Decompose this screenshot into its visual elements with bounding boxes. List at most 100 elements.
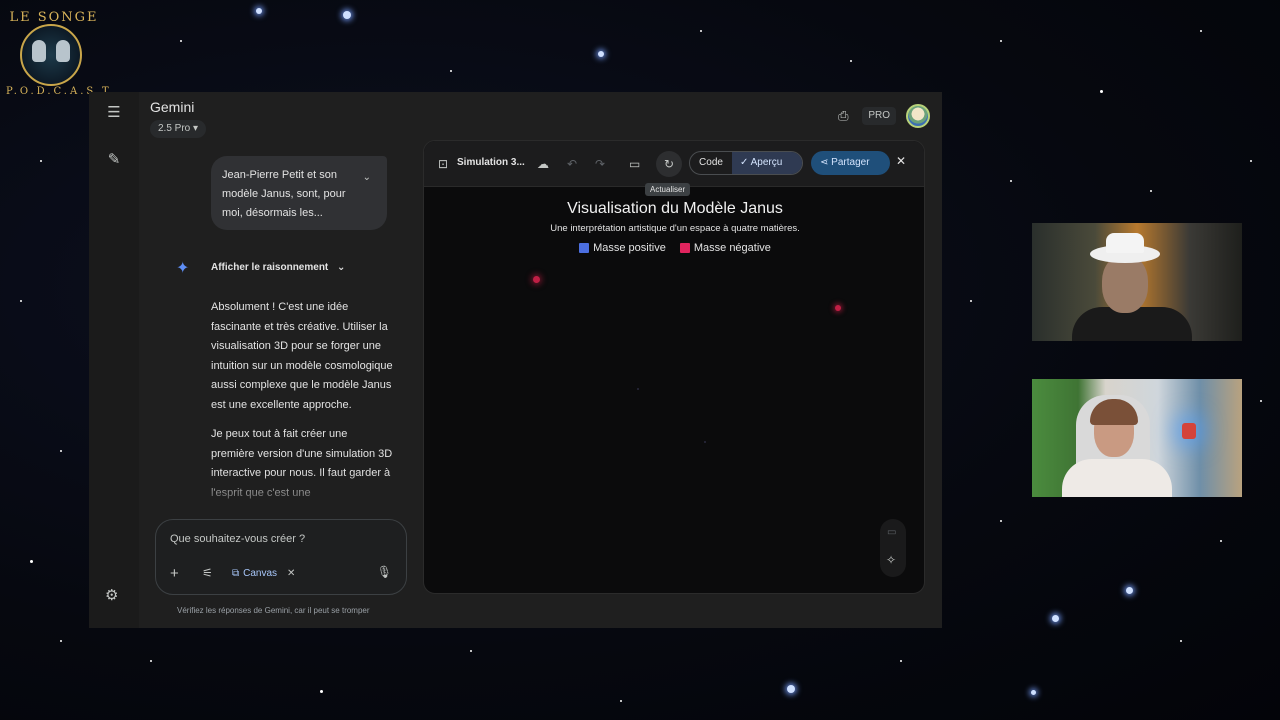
star — [150, 660, 152, 662]
canvas-chip-label: Canvas — [243, 567, 278, 579]
preview-tab[interactable]: ✓ Aperçu — [732, 152, 802, 174]
star — [1180, 640, 1182, 642]
visualization-legend: Masse positive Masse négative — [424, 242, 924, 254]
cloud-icon[interactable]: ☁ — [537, 156, 549, 172]
chevron-down-icon[interactable]: ⌄ — [363, 168, 371, 187]
star — [1126, 587, 1133, 594]
menu-icon[interactable]: ☰ — [105, 104, 123, 122]
gemini-sparkle-icon: ✦ — [176, 260, 190, 277]
avatar[interactable] — [906, 104, 930, 128]
star — [850, 60, 852, 62]
console-icon[interactable]: ▭ — [629, 156, 640, 172]
webcam-feed-2 — [1032, 379, 1242, 497]
star — [30, 560, 33, 563]
code-doc-icon: ⊡ — [438, 157, 449, 171]
visualization-title: Visualisation du Modèle Janus — [567, 200, 783, 217]
star — [1100, 90, 1103, 93]
canvas-chip[interactable]: ⧉ Canvas ✕ — [232, 564, 295, 582]
visualization-subtitle: Une interprétation artistique d'un espac… — [550, 223, 800, 234]
legend-item-negative: Masse négative — [679, 242, 771, 254]
legend-item-positive: Masse positive — [579, 242, 666, 254]
star — [1052, 615, 1059, 622]
reasoning-label: Afficher le raisonnement — [211, 262, 329, 273]
show-reasoning-toggle[interactable]: Afficher le raisonnement ⌄ — [211, 262, 345, 273]
gemini-app-window: ☰ ✎ ⚙ Gemini 2.5 Pro ▾ ⎙ PRO Jean-Pierre… — [89, 92, 942, 628]
check-icon: ✓ — [740, 157, 751, 168]
logo-bottom-text: P.O.D.C.A.S.T — [6, 86, 112, 97]
canvas-toolbar: ⊡ Simulation 3... ☁ ↶ ↷ ▭ ↻ Code ✓ Aperç… — [424, 141, 924, 187]
negative-mass-particle — [533, 276, 540, 283]
ai-edit-icon[interactable]: ✧ — [886, 553, 896, 567]
gear-icon[interactable]: ⚙ — [105, 586, 118, 604]
legend-swatch — [679, 243, 690, 253]
pro-badge: PRO — [862, 107, 896, 125]
podcast-logo: LE SONGE P.O.D.C.A.S.T — [6, 6, 112, 102]
faint-particle — [704, 441, 706, 443]
share-label: Partager — [831, 157, 870, 168]
canvas-panel: ⊡ Simulation 3... ☁ ↶ ↷ ▭ ↻ Code ✓ Aperç… — [423, 140, 925, 594]
side-rail: ☰ ✎ ⚙ — [89, 92, 139, 628]
redo-icon[interactable]: ↷ — [595, 156, 605, 172]
model-label: 2.5 Pro — [158, 123, 191, 134]
star — [320, 690, 323, 693]
star — [1031, 690, 1036, 695]
refresh-icon[interactable]: ↻ — [656, 151, 682, 177]
star — [256, 8, 262, 14]
select-tool-icon[interactable]: ▭ — [887, 527, 896, 538]
share-button[interactable]: ⋖ Partager — [811, 151, 890, 175]
star — [1220, 540, 1222, 542]
star — [60, 450, 62, 452]
star — [470, 650, 472, 652]
webcam-feed-1 — [1032, 223, 1242, 341]
edit-icon[interactable]: ✎ — [105, 151, 123, 169]
participant-body — [1062, 459, 1172, 497]
participant-face — [1102, 255, 1148, 313]
floating-tools: ▭ ✧ — [880, 519, 906, 577]
star — [40, 160, 42, 162]
model-selector[interactable]: 2.5 Pro ▾ — [150, 120, 207, 138]
star — [620, 700, 622, 702]
header-actions: ⎙ PRO — [834, 104, 930, 128]
code-tab[interactable]: Code — [690, 152, 732, 174]
star — [1200, 30, 1202, 32]
star — [343, 11, 351, 19]
participant-hat-top — [1106, 233, 1144, 253]
close-icon[interactable]: ✕ — [287, 568, 295, 579]
star — [60, 640, 62, 642]
star — [1000, 40, 1002, 42]
star — [20, 300, 22, 302]
print-icon[interactable]: ⎙ — [834, 107, 852, 125]
legend-swatch — [579, 243, 590, 253]
negative-mass-particle — [835, 305, 841, 311]
prompt-input-box[interactable]: Que souhaitez-vous créer ? + ⚟ ⧉ Canvas … — [155, 519, 407, 595]
chevron-down-icon: ⌄ — [337, 262, 346, 273]
star — [1010, 180, 1012, 182]
share-icon: ⋖ — [820, 157, 832, 168]
logo-top-text: LE SONGE — [9, 10, 99, 25]
mic-icon[interactable]: 🎙 — [377, 565, 392, 579]
star — [598, 51, 604, 57]
star — [180, 40, 182, 42]
user-message-text: Jean-Pierre Petit et son modèle Janus, s… — [222, 169, 346, 219]
preview-label: Aperçu — [750, 157, 783, 168]
legend-label: Masse positive — [593, 242, 666, 254]
star — [900, 660, 902, 662]
user-message-bubble: Jean-Pierre Petit et son modèle Janus, s… — [211, 156, 387, 230]
canvas-icon: ⧉ — [232, 567, 240, 579]
tools-icon[interactable]: ⚟ — [202, 566, 213, 580]
undo-icon[interactable]: ↶ — [567, 156, 577, 172]
star — [787, 685, 795, 693]
canvas-doc-title[interactable]: Simulation 3... — [457, 157, 525, 168]
app-title: Gemini — [150, 99, 195, 115]
disclaimer-text: Vérifiez les réponses de Gemini, car il … — [177, 606, 370, 615]
prompt-input[interactable]: Que souhaitez-vous créer ? — [170, 533, 305, 545]
logo-emblem — [20, 24, 82, 86]
star — [970, 300, 972, 302]
chevron-down-icon: ▾ — [193, 123, 199, 134]
lamp — [1182, 423, 1196, 439]
add-icon[interactable]: + — [170, 565, 179, 582]
view-toggle: Code ✓ Aperçu — [689, 151, 803, 175]
legend-label: Masse négative — [693, 242, 771, 254]
close-icon[interactable]: ✕ — [896, 154, 906, 168]
response-paragraph: Absolument ! C'est une idée fascinante e… — [211, 301, 393, 411]
